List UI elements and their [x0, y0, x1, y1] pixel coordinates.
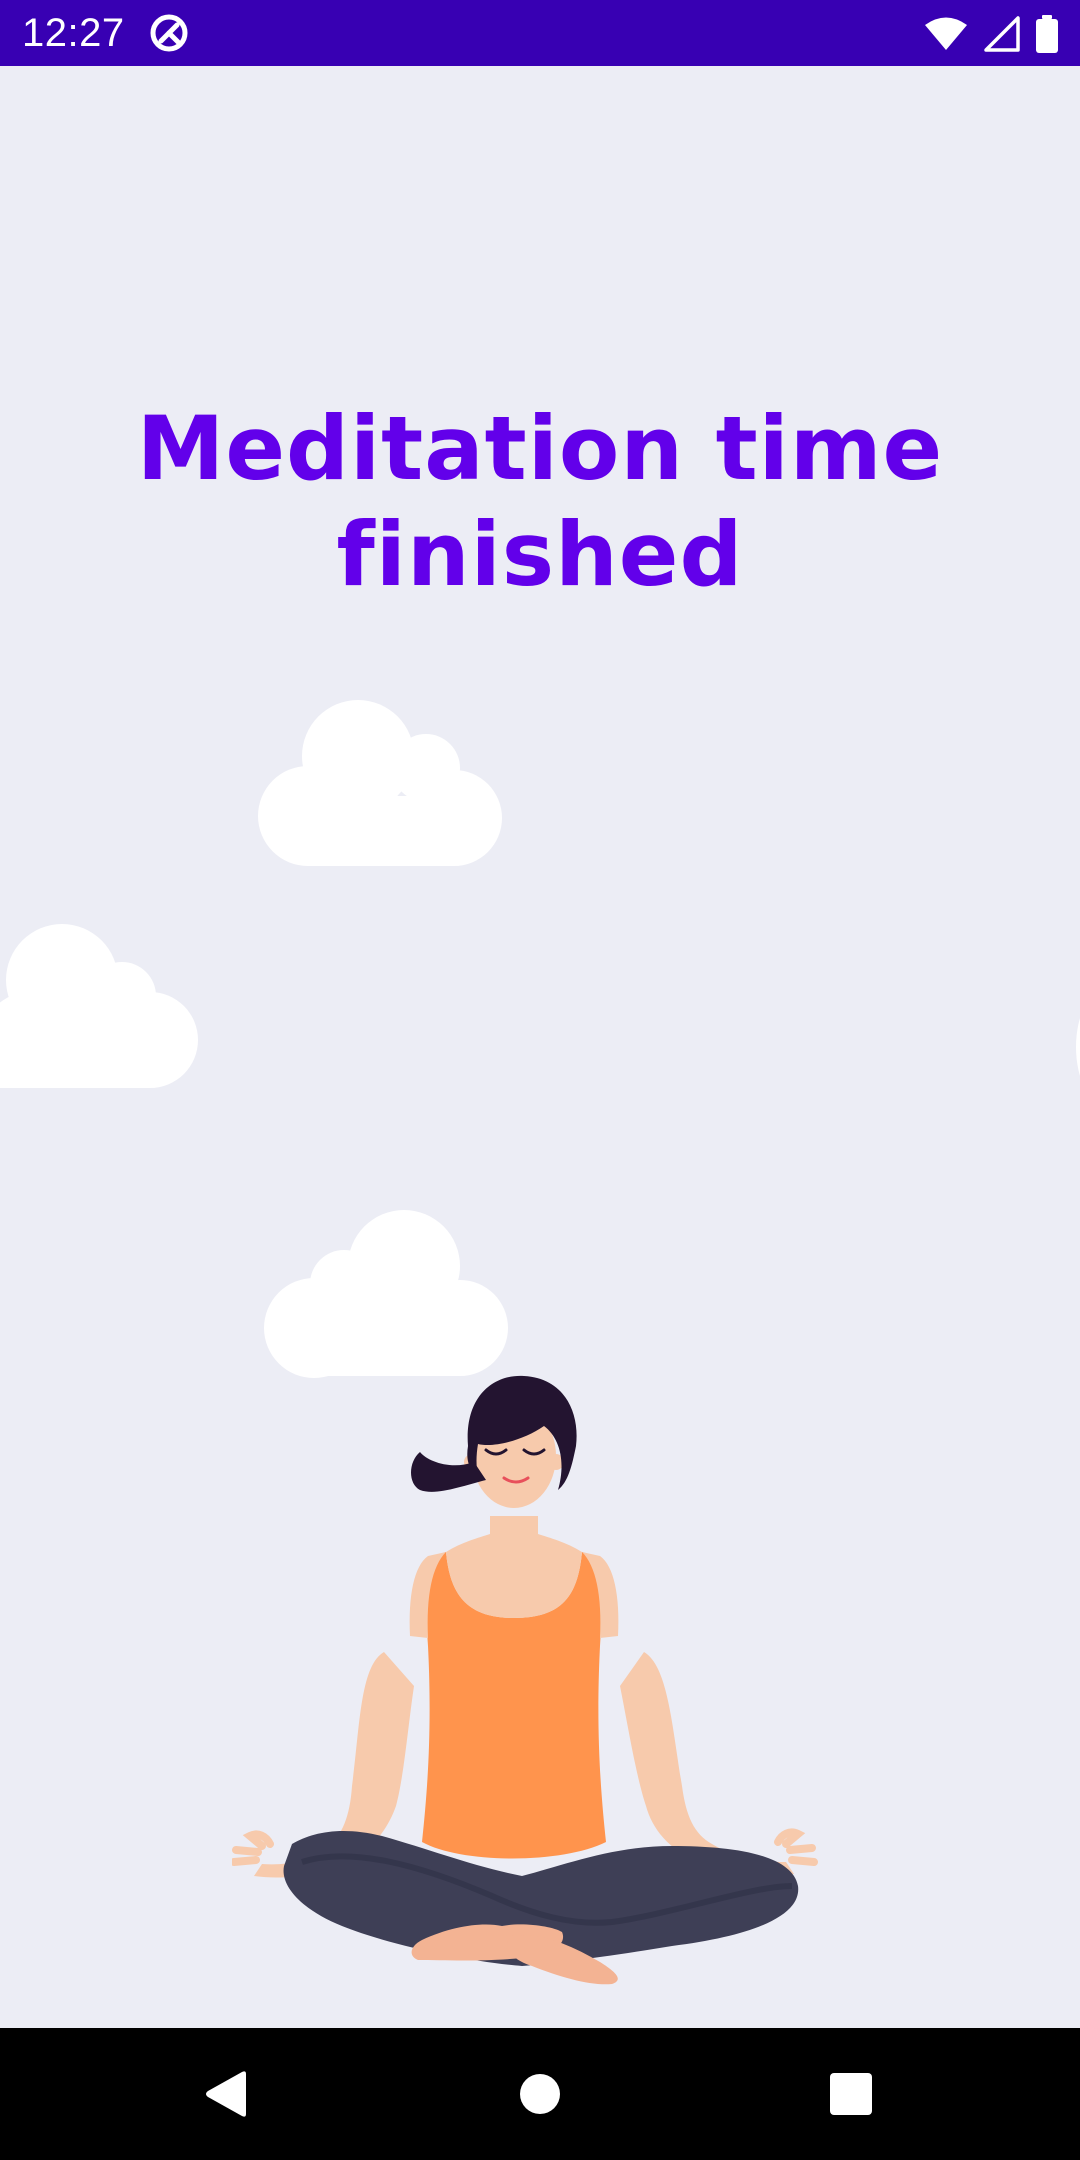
cloud-icon	[264, 1210, 508, 1378]
recents-icon	[830, 2073, 872, 2115]
navigation-bar	[0, 2028, 1080, 2160]
recents-button[interactable]	[815, 2058, 887, 2130]
wifi-icon	[925, 17, 967, 50]
status-time: 12:27	[22, 11, 125, 55]
back-button[interactable]	[190, 2058, 262, 2130]
meditating-woman-illustration	[232, 1375, 818, 1985]
home-icon	[520, 2074, 560, 2114]
title-line-2: finished	[336, 503, 744, 606]
home-button[interactable]	[504, 2058, 576, 2130]
cloud-icon	[0, 924, 198, 1088]
cloud-icon	[1076, 1018, 1080, 1076]
status-icons	[924, 12, 1058, 56]
cellular-signal-icon	[984, 16, 1020, 52]
title-line-1: Meditation time	[136, 397, 944, 500]
cloud-icon	[258, 700, 502, 866]
page-title: Meditation time finished	[0, 396, 1080, 608]
battery-icon	[1036, 15, 1058, 53]
status-bar: 12:27	[0, 0, 1080, 66]
main-content: Meditation time finished	[0, 66, 1080, 2028]
at-sign-icon	[150, 14, 188, 52]
back-icon	[206, 2071, 246, 2117]
